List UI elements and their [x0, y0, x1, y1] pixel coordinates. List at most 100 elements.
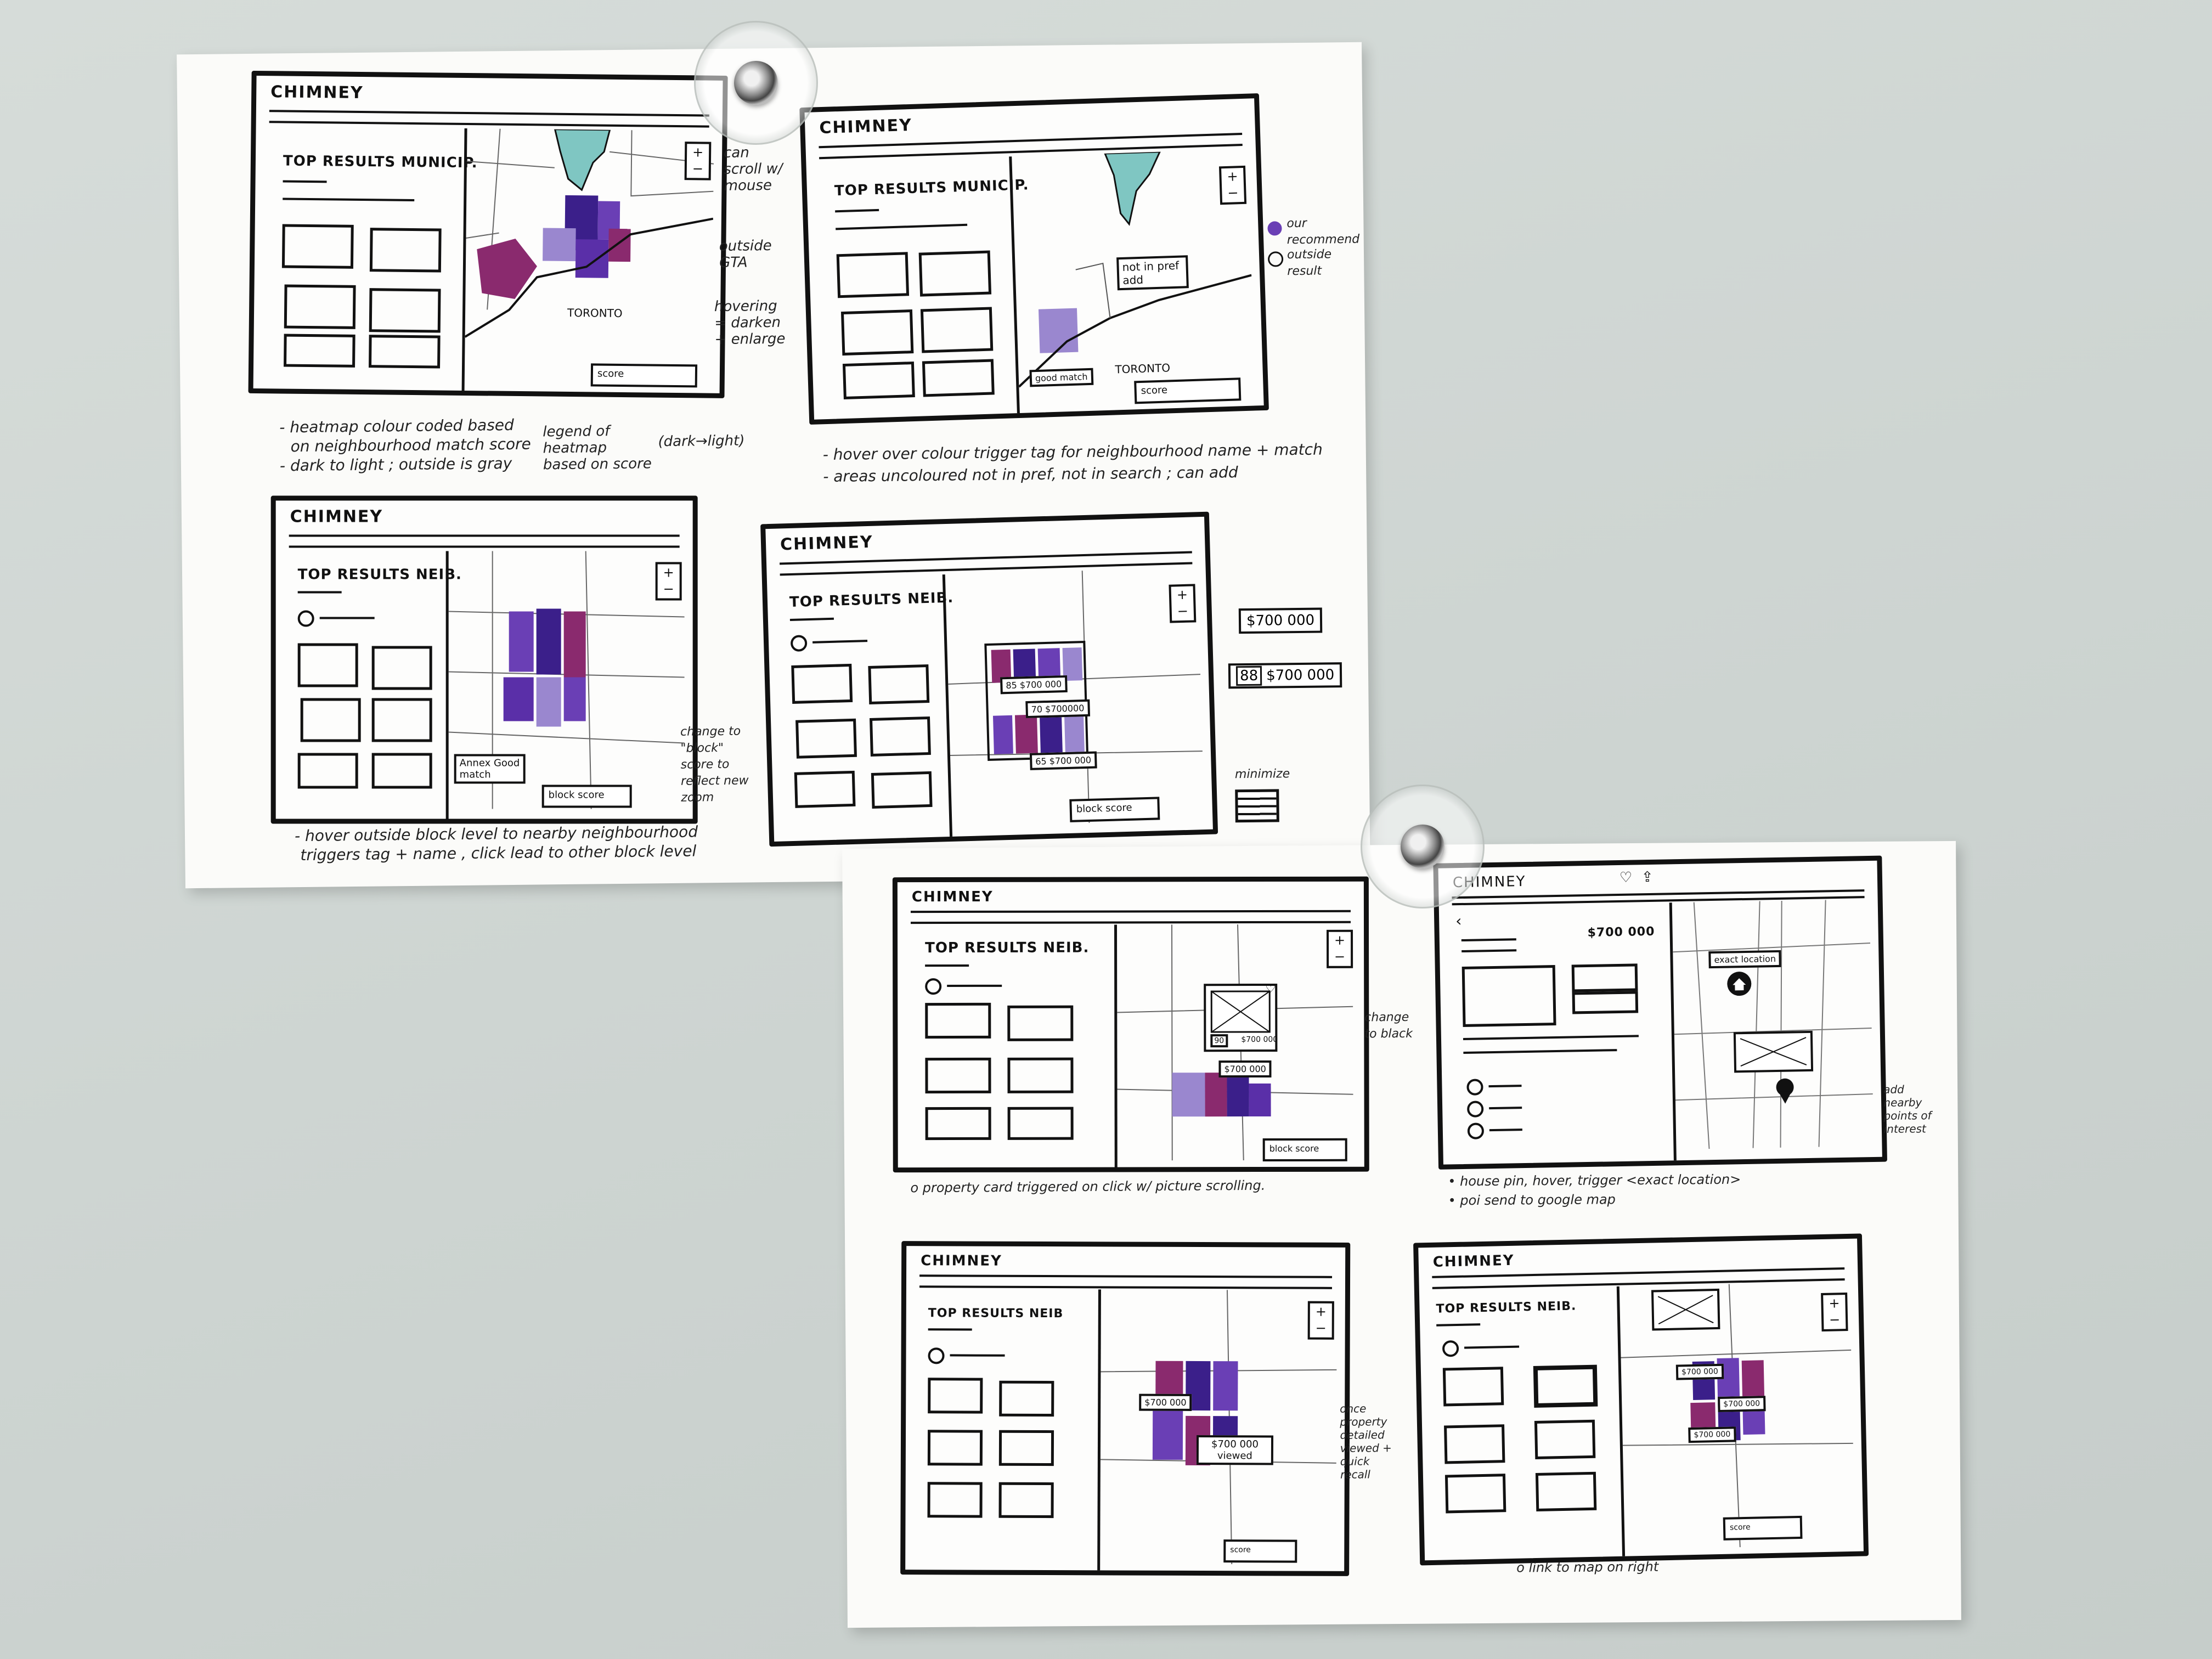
minimize-icon[interactable]: [1235, 789, 1279, 823]
score-legend: score: [1723, 1515, 1803, 1541]
exact-location-tag[interactable]: exact location: [1708, 950, 1782, 969]
result-card[interactable]: [371, 698, 432, 742]
heatmap-drawing: [464, 128, 714, 338]
app-brand: CHIMNEY: [819, 115, 913, 138]
zoom-plus-minus-icon[interactable]: + −: [1307, 1301, 1334, 1340]
result-card[interactable]: [925, 1002, 991, 1039]
result-card[interactable]: [925, 1107, 991, 1141]
block-price-tag[interactable]: 70 $700000: [1025, 699, 1090, 719]
street-map-area[interactable]: exact location: [1672, 899, 1882, 1160]
result-card[interactable]: [870, 716, 931, 757]
app-brand: CHIMNEY: [290, 507, 383, 527]
results-heading: TOP RESULTS NEIB.: [789, 589, 954, 611]
price-value: $700 000: [1266, 667, 1335, 684]
hover-tag-good-match[interactable]: good match: [1029, 368, 1093, 387]
result-card[interactable]: [284, 284, 356, 329]
block-price-tag[interactable]: $700 000: [1139, 1393, 1192, 1411]
result-card[interactable]: [300, 698, 361, 742]
annotation: minimize: [1234, 767, 1290, 782]
result-card[interactable]: [918, 250, 992, 297]
result-card[interactable]: [928, 1378, 983, 1414]
map-area[interactable]: + − 85 $700 000 70 $700000 65 $700 000 bl…: [945, 567, 1213, 837]
share-icon[interactable]: ⇪: [1641, 869, 1654, 885]
block-price-tag[interactable]: 65 $700 000: [1029, 751, 1097, 770]
annotation: - dark to light ; outside is gray: [279, 454, 512, 475]
result-card[interactable]: [795, 718, 857, 759]
block-price-tag[interactable]: $700 000: [1675, 1363, 1724, 1380]
map-area[interactable]: + − Annex Good match block score: [448, 551, 693, 819]
linked-map-drawing: [1621, 1284, 1853, 1548]
hover-tag-neighbourhood[interactable]: Annex Good match: [454, 754, 526, 784]
result-card[interactable]: [791, 663, 853, 704]
map-area[interactable]: + − not in pref add good match TORONTO sc…: [1012, 149, 1263, 413]
block-score-legend: block score: [1069, 797, 1160, 822]
heart-icon[interactable]: ♡: [1265, 982, 1276, 996]
result-card[interactable]: [927, 1430, 983, 1466]
block-score-legend: block score: [541, 785, 632, 808]
result-card[interactable]: [369, 228, 442, 273]
result-card[interactable]: [920, 307, 994, 353]
result-card[interactable]: [998, 1430, 1054, 1466]
back-arrow-icon[interactable]: ‹: [1455, 912, 1462, 930]
result-card[interactable]: [1007, 1107, 1074, 1140]
result-card[interactable]: [1444, 1424, 1505, 1464]
block-price-tag[interactable]: 85 $700 000: [1000, 675, 1068, 695]
price-popup-score[interactable]: 88 $700 000: [1228, 662, 1342, 689]
result-card[interactable]: [925, 1057, 991, 1094]
result-card[interactable]: [840, 309, 914, 356]
heart-icon[interactable]: ♡: [1620, 870, 1633, 886]
map-area[interactable]: ♡ 90 $700 000 $700 000 + − block score: [1117, 924, 1364, 1167]
result-card[interactable]: [999, 1380, 1054, 1417]
result-card[interactable]: [1007, 1057, 1074, 1093]
result-card[interactable]: [1007, 1005, 1074, 1041]
result-card[interactable]: [1534, 1419, 1596, 1460]
annotation: change to "block" score to reflect new z…: [680, 724, 749, 805]
result-card[interactable]: [369, 335, 441, 369]
result-card[interactable]: [297, 643, 358, 687]
result-card[interactable]: [371, 646, 432, 690]
annotation: change to black: [1364, 1010, 1413, 1041]
result-card[interactable]: [1442, 1367, 1504, 1407]
result-card[interactable]: [836, 252, 910, 298]
price-popup-large[interactable]: $700 000: [1238, 607, 1323, 634]
zoom-plus-minus-icon[interactable]: + −: [655, 562, 682, 601]
result-card[interactable]: [1535, 1471, 1597, 1512]
result-card[interactable]: [842, 361, 915, 400]
price-block-drawing: [948, 571, 1203, 823]
zoom-plus-minus-icon[interactable]: + −: [1218, 165, 1247, 205]
result-card[interactable]: [371, 753, 432, 789]
zoom-plus-minus-icon[interactable]: + −: [1821, 1293, 1848, 1332]
magnet-bottom: [1361, 785, 1485, 909]
city-label: TORONTO: [1115, 361, 1171, 376]
hover-tag-not-in-pref[interactable]: not in pref add: [1116, 255, 1189, 291]
result-card[interactable]: [922, 359, 995, 397]
block-price-tag[interactable]: $700 000: [1688, 1426, 1736, 1443]
zoom-plus-minus-icon[interactable]: + −: [684, 142, 712, 180]
result-card[interactable]: [281, 224, 354, 269]
result-card[interactable]: [794, 770, 856, 808]
zoom-plus-minus-icon[interactable]: + −: [1327, 929, 1353, 968]
block-price-tag[interactable]: $700 000: [1718, 1396, 1766, 1413]
map-area[interactable]: $700 000 $700 000 $700 000 + − score: [1620, 1282, 1864, 1556]
result-card[interactable]: [998, 1482, 1054, 1519]
browser-toolbar: [919, 1274, 1333, 1289]
viewed-price-tag[interactable]: $700 000 viewed: [1196, 1435, 1274, 1465]
annotation: • house pin, hover, trigger <exact locat…: [1448, 1171, 1741, 1189]
result-card[interactable]: [871, 771, 933, 809]
result-card[interactable]: [297, 753, 358, 789]
browser-toolbar: [289, 534, 680, 548]
result-card[interactable]: [1533, 1364, 1598, 1408]
result-card[interactable]: [369, 288, 441, 333]
block-price-tag[interactable]: $700 000: [1218, 1060, 1272, 1078]
result-card[interactable]: [1444, 1474, 1506, 1514]
result-card[interactable]: [927, 1482, 983, 1518]
score-legend: score: [1134, 377, 1242, 404]
wireframe-panel-municipality-heatmap: CHIMNEY TOP RESULTS MUNICIP. + − TORONTO…: [248, 70, 728, 398]
map-area[interactable]: + − $700 000 $700 000 viewed score: [1100, 1289, 1345, 1571]
result-card[interactable]: [868, 664, 930, 705]
property-photo[interactable]: [1462, 965, 1556, 1027]
annotation: - hover outside block level to nearby ne…: [294, 822, 698, 845]
zoom-plus-minus-icon[interactable]: + −: [1169, 584, 1197, 623]
result-card[interactable]: [284, 334, 356, 368]
map-area[interactable]: + − TORONTO score: [464, 128, 723, 393]
